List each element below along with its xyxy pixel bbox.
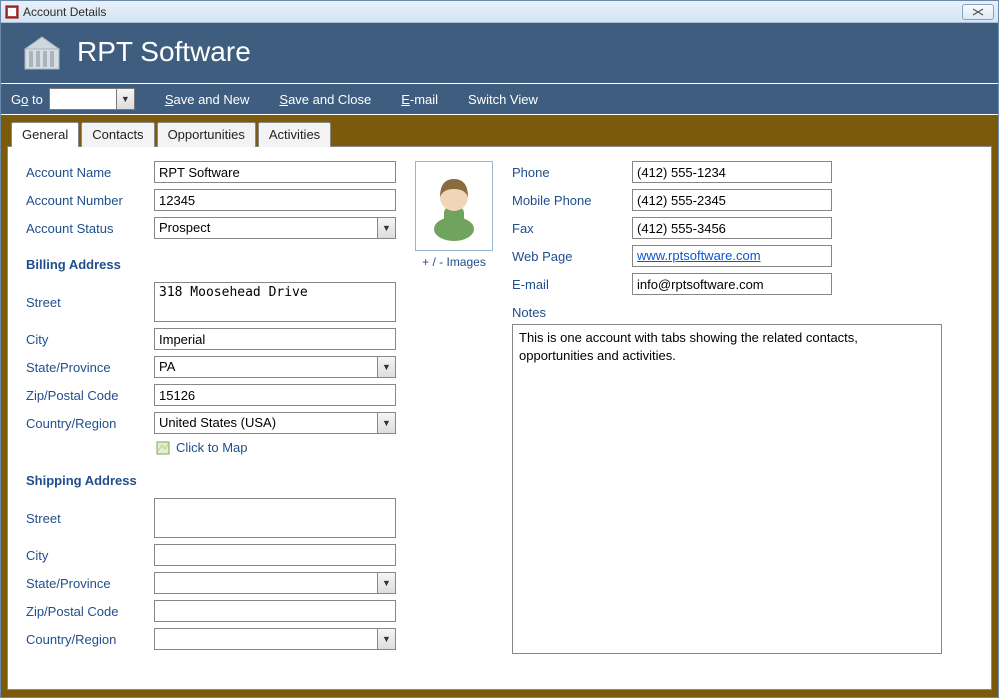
shipping-city-input[interactable] [154, 544, 396, 566]
billing-city-label: City [26, 332, 154, 347]
phone-label: Phone [512, 165, 632, 180]
window-title: Account Details [23, 5, 962, 19]
webpage-input[interactable]: www.rptsoftware.com [632, 245, 832, 267]
tab-contacts[interactable]: Contacts [81, 122, 154, 147]
tab-strip: General Contacts Opportunities Activitie… [7, 122, 992, 147]
billing-state-combo[interactable]: PA ▼ [154, 356, 396, 378]
billing-country-value: United States (USA) [155, 413, 377, 433]
header: RPT Software Go to ▼ Save and New Save a… [1, 23, 998, 115]
billing-city-input[interactable] [154, 328, 396, 350]
shipping-address-header: Shipping Address [26, 473, 396, 488]
tab-body: Account Name Account Number Account Stat… [7, 146, 992, 690]
email-input[interactable] [632, 273, 832, 295]
phone-input[interactable] [632, 161, 832, 183]
notes-textarea[interactable]: This is one account with tabs showing th… [512, 324, 942, 654]
right-column: Phone Mobile Phone Fax Web Page www.rpts… [512, 161, 973, 656]
billing-state-label: State/Province [26, 360, 154, 375]
mobile-label: Mobile Phone [512, 193, 632, 208]
click-to-map-label: Click to Map [176, 440, 248, 455]
billing-zip-input[interactable] [154, 384, 396, 406]
images-toggle-link[interactable]: + / - Images [414, 255, 494, 269]
account-number-input[interactable] [154, 189, 396, 211]
account-number-label: Account Number [26, 193, 154, 208]
click-to-map-link[interactable]: Click to Map [156, 440, 396, 455]
map-icon [156, 441, 170, 455]
avatar-image[interactable] [415, 161, 493, 251]
billing-street-label: Street [26, 295, 154, 310]
tab-activities[interactable]: Activities [258, 122, 331, 147]
shipping-zip-label: Zip/Postal Code [26, 604, 154, 619]
shipping-country-value [155, 629, 377, 649]
shipping-country-combo[interactable]: ▼ [154, 628, 396, 650]
billing-country-combo[interactable]: United States (USA) ▼ [154, 412, 396, 434]
switch-view-button[interactable]: Switch View [468, 92, 538, 107]
fax-input[interactable] [632, 217, 832, 239]
shipping-state-label: State/Province [26, 576, 154, 591]
chevron-down-icon[interactable]: ▼ [377, 413, 395, 433]
chevron-down-icon[interactable]: ▼ [377, 573, 395, 593]
close-button[interactable] [962, 4, 994, 20]
shipping-zip-input[interactable] [154, 600, 396, 622]
goto-combo[interactable]: ▼ [49, 88, 135, 110]
notes-label: Notes [512, 305, 973, 320]
email-label: E-mail [512, 277, 632, 292]
save-and-new-button[interactable]: Save and New [165, 92, 250, 107]
shipping-state-value [155, 573, 377, 593]
app-icon [5, 5, 19, 19]
webpage-label: Web Page [512, 249, 632, 264]
goto-label: Go to [11, 92, 43, 107]
chevron-down-icon[interactable]: ▼ [377, 218, 395, 238]
brand-row: RPT Software [1, 23, 998, 83]
billing-zip-label: Zip/Postal Code [26, 388, 154, 403]
content-frame: General Contacts Opportunities Activitie… [1, 115, 998, 697]
tab-opportunities[interactable]: Opportunities [157, 122, 256, 147]
fax-label: Fax [512, 221, 632, 236]
window: Account Details RPT Software Go to [0, 0, 999, 698]
mobile-input[interactable] [632, 189, 832, 211]
account-status-value: Prospect [155, 218, 377, 238]
shipping-street-input[interactable] [154, 498, 396, 538]
account-name-input[interactable] [154, 161, 396, 183]
image-column: + / - Images [414, 161, 494, 656]
save-and-close-button[interactable]: Save and Close [279, 92, 371, 107]
brand-title: RPT Software [77, 36, 251, 68]
billing-address-header: Billing Address [26, 257, 396, 272]
billing-country-label: Country/Region [26, 416, 154, 431]
tab-general[interactable]: General [11, 122, 79, 147]
shipping-street-label: Street [26, 511, 154, 526]
shipping-country-label: Country/Region [26, 632, 154, 647]
account-name-label: Account Name [26, 165, 154, 180]
billing-street-input[interactable]: 318 Moosehead Drive [154, 282, 396, 322]
left-column: Account Name Account Number Account Stat… [26, 161, 396, 656]
chevron-down-icon[interactable]: ▼ [377, 629, 395, 649]
chevron-down-icon[interactable]: ▼ [116, 89, 134, 109]
chevron-down-icon[interactable]: ▼ [377, 357, 395, 377]
titlebar: Account Details [1, 1, 998, 23]
billing-state-value: PA [155, 357, 377, 377]
toolbar: Go to ▼ Save and New Save and Close E-ma… [1, 83, 998, 115]
account-status-combo[interactable]: Prospect ▼ [154, 217, 396, 239]
account-status-label: Account Status [26, 221, 154, 236]
shipping-city-label: City [26, 548, 154, 563]
goto-group: Go to ▼ [11, 88, 135, 110]
building-icon [21, 31, 63, 73]
shipping-state-combo[interactable]: ▼ [154, 572, 396, 594]
email-button[interactable]: E-mail [401, 92, 438, 107]
